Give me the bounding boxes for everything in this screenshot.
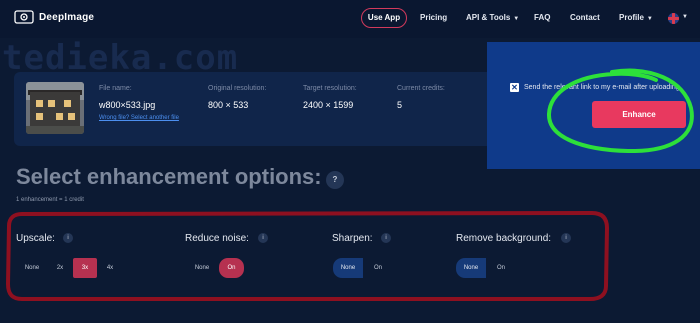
eye-logo-icon <box>14 10 34 24</box>
sharpen-info-icon[interactable]: i <box>381 233 391 243</box>
nav-profile[interactable]: Profile ▼ <box>619 13 653 22</box>
red-box-annotation <box>6 211 609 301</box>
chevron-down-icon: ▼ <box>646 16 653 22</box>
nav-pricing[interactable]: Pricing <box>420 13 447 22</box>
nav-contact[interactable]: Contact <box>570 13 600 22</box>
original-resolution-value: 800 × 533 <box>208 100 249 110</box>
remove-background-option-none[interactable]: None <box>456 258 486 278</box>
file-name-label: File name: <box>99 85 132 92</box>
current-credits-value: 5 <box>397 100 403 110</box>
chevron-down-icon: ▼ <box>682 14 688 20</box>
upscale-title: Upscale: <box>16 233 55 244</box>
logo[interactable]: DeepImage <box>14 10 94 24</box>
sharpen-option-on[interactable]: On <box>367 258 389 278</box>
chevron-down-icon: ▼ <box>513 16 520 22</box>
enhance-button[interactable]: Enhance <box>592 101 686 128</box>
nav-profile-label: Profile <box>619 13 644 22</box>
upscale-option-4x[interactable]: 4x <box>101 258 119 278</box>
nav-api-tools[interactable]: API & Tools ▼ <box>466 13 519 22</box>
file-name-value: w800×533.jpg <box>99 100 156 110</box>
current-credits-label: Current credits: <box>397 85 445 92</box>
nav-api-tools-label: API & Tools <box>466 13 511 22</box>
remove-background-info-icon[interactable]: i <box>561 233 571 243</box>
top-navbar: DeepImage Use App Pricing API & Tools ▼ F… <box>0 0 700 38</box>
original-resolution-label: Original resolution: <box>208 85 267 92</box>
remove-background-title: Remove background: <box>456 233 552 244</box>
sharpen-title: Sharpen: <box>332 233 373 244</box>
target-resolution-label: Target resolution: <box>303 85 357 92</box>
use-app-button[interactable]: Use App <box>361 8 407 28</box>
select-another-file-link[interactable]: Wrong file? Select another file <box>99 115 179 121</box>
reduce-noise-title: Reduce noise: <box>185 233 249 244</box>
logo-text: DeepImage <box>39 11 95 23</box>
upscale-option-2x[interactable]: 2x <box>51 258 69 278</box>
send-link-label: Send the relevant link to my e-mail afte… <box>524 84 680 91</box>
reduce-noise-option-on[interactable]: On <box>219 258 244 278</box>
section-title: Select enhancement options: <box>16 164 322 189</box>
reduce-noise-option-none[interactable]: None <box>189 258 215 278</box>
reduce-noise-info-icon[interactable]: i <box>258 233 268 243</box>
credit-note: 1 enhancement = 1 credit <box>16 197 84 203</box>
target-resolution-value: 2400 × 1599 <box>303 100 354 110</box>
upscale-option-3x[interactable]: 3x <box>73 258 97 278</box>
send-link-checkbox[interactable]: ✕ <box>510 83 519 92</box>
language-flag-icon[interactable] <box>668 13 679 24</box>
help-icon[interactable]: ? <box>326 171 344 189</box>
sharpen-option-none[interactable]: None <box>333 258 363 278</box>
upscale-option-none[interactable]: None <box>20 258 44 278</box>
upscale-info-icon[interactable]: i <box>63 233 73 243</box>
uploaded-image-thumbnail <box>26 82 84 134</box>
remove-background-option-on[interactable]: On <box>490 258 512 278</box>
nav-faq[interactable]: FAQ <box>534 13 550 22</box>
